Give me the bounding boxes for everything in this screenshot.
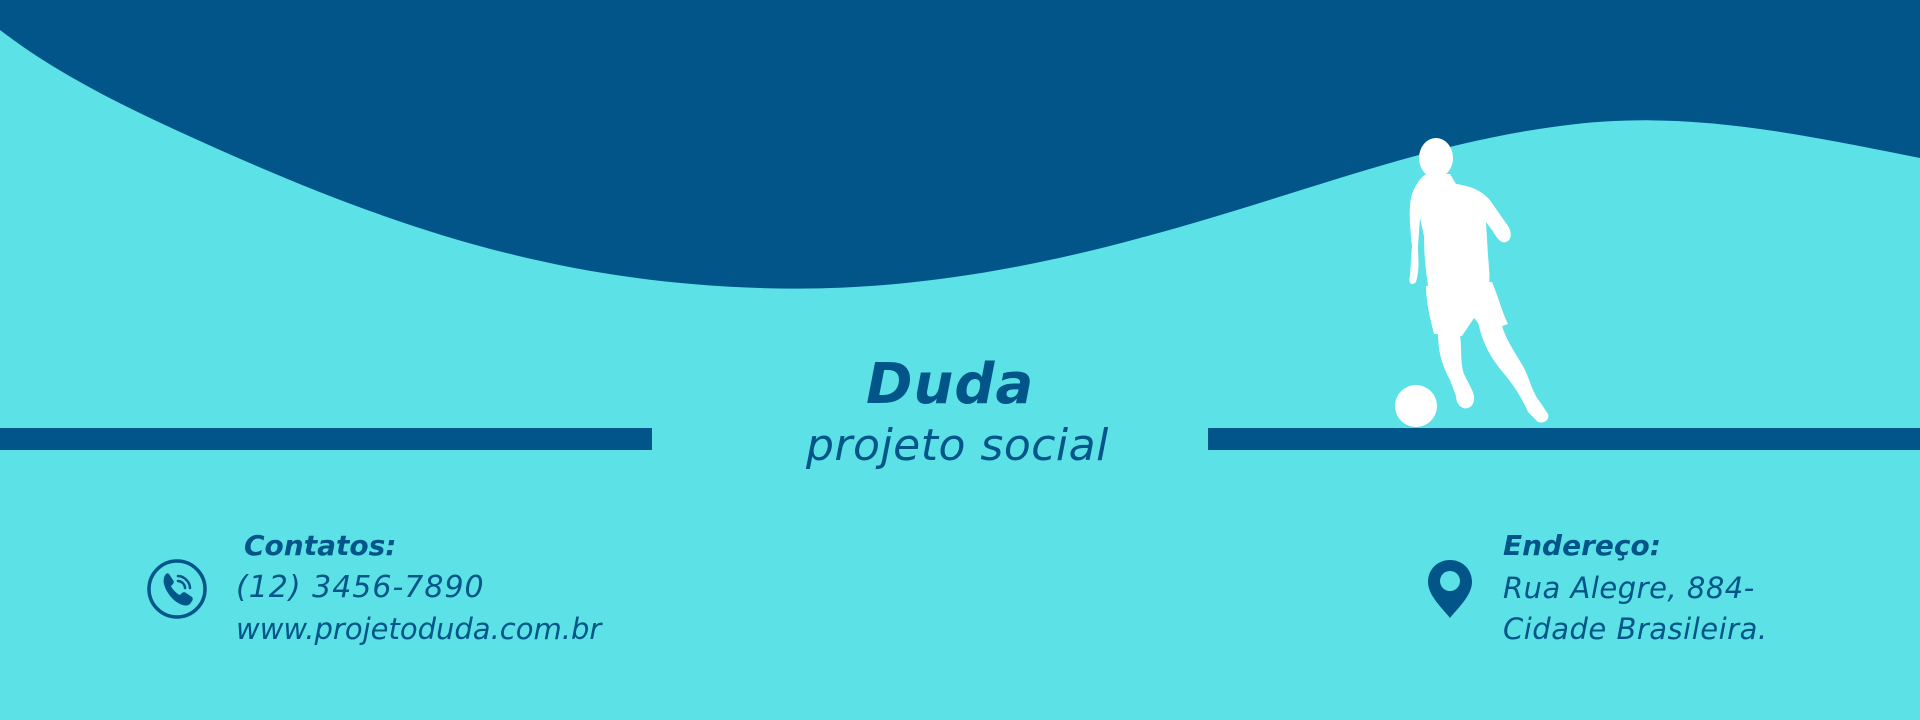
right-divider-bar: [1208, 428, 1920, 450]
location-pin-icon: [1428, 560, 1472, 618]
brand-name: Duda: [866, 352, 1035, 417]
left-divider-bar: [0, 428, 652, 450]
contacts-label: Contatos:: [244, 529, 397, 562]
brand-tagline: projeto social: [806, 420, 1109, 471]
contacts-website: www.projetoduda.com.br: [236, 612, 602, 646]
banner: Duda projeto social Contatos: (12) 3456-…: [0, 0, 1920, 720]
phone-icon: [147, 559, 207, 619]
address-label: Endereço:: [1503, 529, 1661, 562]
contacts-phone: (12) 3456-7890: [236, 570, 485, 605]
soccer-player-silhouette-icon: [1395, 138, 1549, 427]
address-line-2: Cidade Brasileira.: [1503, 612, 1768, 646]
address-line-1: Rua Alegre, 884-: [1503, 571, 1755, 605]
